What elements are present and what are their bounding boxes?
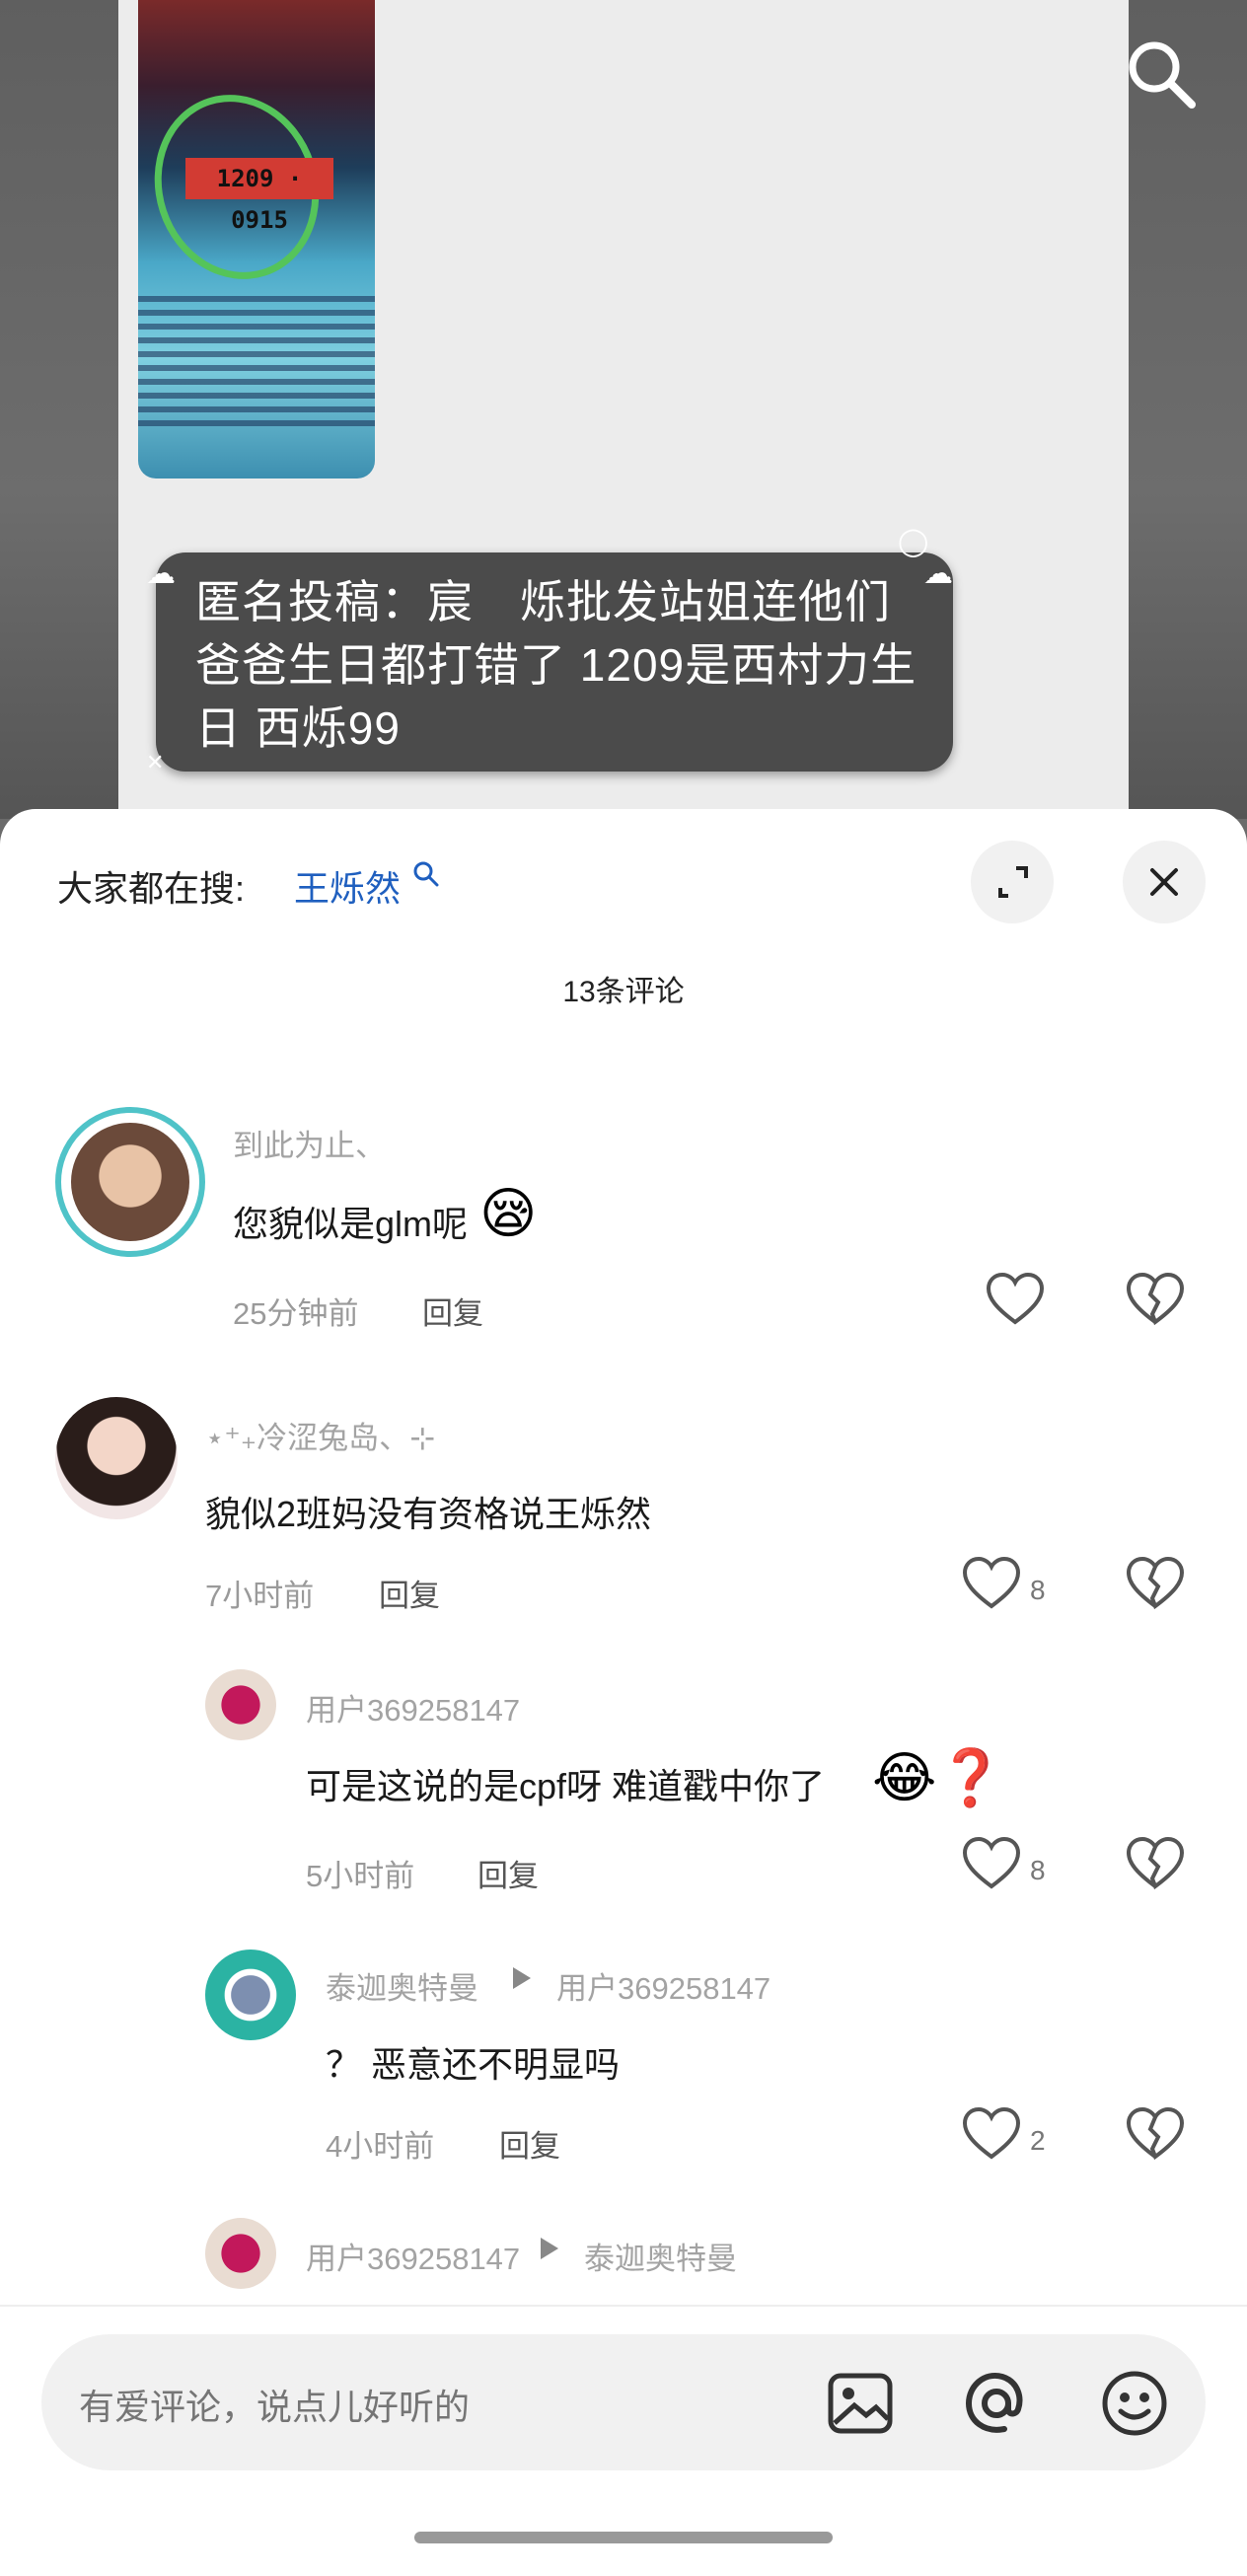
heart-icon[interactable]: [961, 1835, 1022, 1892]
heart-icon[interactable]: [985, 1271, 1046, 1328]
avatar[interactable]: [205, 2218, 276, 2289]
avatar[interactable]: [55, 1397, 178, 1519]
expand-icon: [998, 866, 1028, 898]
cloud-decoration-icon: ☁: [923, 557, 953, 590]
comment-username[interactable]: ⋆⁺₊冷涩兔岛、⊹: [205, 1413, 435, 1457]
smiley-icon[interactable]: [1099, 2368, 1170, 2439]
cloud-decoration-icon: ☁: [146, 557, 176, 590]
comment-input[interactable]: [77, 2386, 752, 2429]
divider: [0, 2305, 1247, 2307]
search-icon: [413, 861, 439, 887]
reply-time: 5小时前: [306, 1859, 415, 1893]
reply-time: 4小时前: [326, 2129, 435, 2164]
like-count: 8: [1030, 1855, 1046, 1885]
post-image[interactable]: 1209 · 0915: [138, 0, 375, 478]
trending-keyword-link[interactable]: 王烁然: [294, 860, 401, 912]
laughing-emoji-icon: 😂❓: [872, 1746, 1006, 1808]
image-stripes: [138, 296, 375, 434]
comment-text: 您貌似是glm呢: [233, 1204, 469, 1244]
sleepy-emoji-icon: 😪: [479, 1182, 538, 1244]
avatar[interactable]: [55, 1107, 205, 1257]
avatar[interactable]: [205, 1950, 296, 2040]
reply-target-username[interactable]: 用户369258147: [556, 1963, 770, 2008]
search-icon[interactable]: [1123, 36, 1202, 114]
heart-icon[interactable]: [961, 1555, 1022, 1612]
halo-decoration-icon: ◯: [898, 526, 929, 556]
reply-arrow-icon: [541, 2238, 558, 2259]
reply-button[interactable]: 回复: [379, 1571, 440, 1615]
home-indicator[interactable]: [414, 2532, 833, 2543]
reply-button[interactable]: 回复: [499, 2121, 560, 2166]
close-icon: [1150, 868, 1178, 896]
reply-text: 可是这说的是cpf呀 难道戳中你了: [306, 1766, 826, 1806]
close-button[interactable]: [1123, 841, 1206, 923]
reply-username[interactable]: 用户369258147: [306, 2234, 520, 2278]
reply-arrow-icon: [513, 1967, 531, 1989]
like-count: 2: [1030, 2125, 1046, 2156]
at-icon[interactable]: [961, 2368, 1032, 2439]
image-stamp: 1209 · 0915: [185, 158, 333, 234]
comment-username[interactable]: 到此为止、: [233, 1121, 386, 1165]
reply-target-username[interactable]: 泰迦奥特曼: [584, 2234, 737, 2278]
anonymous-post-bubble: 匿名投稿：宸 烁批发站姐连他们爸爸生日都打错了 1209是西村力生日 西烁99: [156, 552, 953, 772]
broken-heart-icon[interactable]: [1125, 2105, 1186, 2163]
reply-button[interactable]: 回复: [422, 1288, 483, 1333]
broken-heart-icon[interactable]: [1125, 1835, 1186, 1892]
broken-heart-icon[interactable]: [1125, 1555, 1186, 1612]
comment-text: 貌似2班妈没有资格说王烁然: [205, 1494, 652, 1534]
trending-label: 大家都在搜:: [57, 868, 246, 909]
heart-icon[interactable]: [961, 2105, 1022, 2163]
reply-button[interactable]: 回复: [477, 1851, 539, 1895]
comment-count: 13条评论: [562, 976, 685, 1008]
comment-sheet: [0, 809, 1247, 2576]
sparkle-decoration-icon: ✕: [146, 750, 165, 774]
reply-username[interactable]: 用户369258147: [306, 1685, 520, 1730]
broken-heart-icon[interactable]: [1125, 1271, 1186, 1328]
like-count: 8: [1030, 1575, 1046, 1605]
comment-time: 7小时前: [205, 1579, 315, 1613]
image-icon[interactable]: [825, 2368, 896, 2439]
avatar[interactable]: [205, 1669, 276, 1740]
reply-text: ？ 恶意还不明显吗: [326, 2044, 621, 2085]
comment-time: 25分钟前: [233, 1296, 359, 1331]
bubble-text: 匿名投稿：宸 烁批发站姐连他们爸爸生日都打错了 1209是西村力生日 西烁99: [195, 576, 917, 754]
expand-button[interactable]: [971, 841, 1054, 923]
reply-username[interactable]: 泰迦奥特曼: [326, 1963, 478, 2008]
